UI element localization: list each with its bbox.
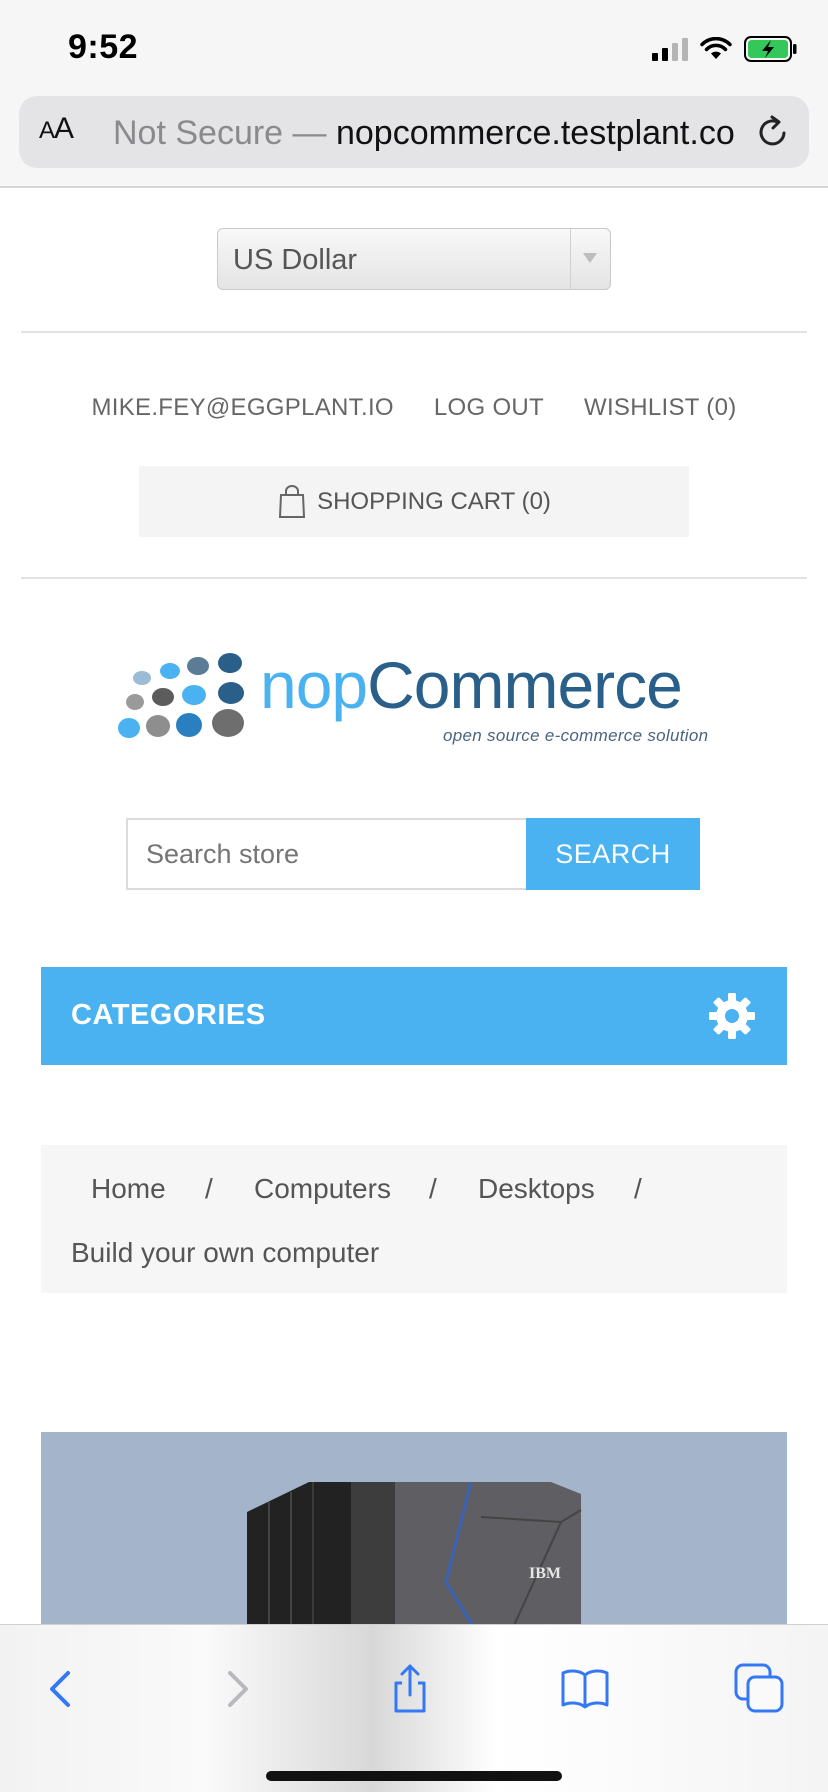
battery-charging-icon bbox=[744, 36, 797, 62]
currency-select[interactable]: US Dollar bbox=[217, 228, 611, 290]
logo-tagline: open source e-commerce solution bbox=[443, 726, 709, 745]
bookmarks-icon[interactable] bbox=[557, 1661, 613, 1717]
gear-icon[interactable] bbox=[707, 991, 757, 1041]
tabs-icon[interactable] bbox=[732, 1661, 788, 1717]
logo-dots-icon bbox=[118, 653, 244, 738]
breadcrumb: Home / Computers / Desktops / Build your… bbox=[41, 1145, 787, 1293]
web-page: US Dollar MIKE.FEY@EGGPLANT.IO LOG OUT W… bbox=[0, 188, 828, 1624]
logo-wordmark-part1: nop bbox=[260, 648, 368, 722]
url-field[interactable]: Not Secure — nopcommerce.testplant.co bbox=[113, 114, 755, 153]
computer-tower-image: IBM bbox=[247, 1481, 582, 1624]
share-icon[interactable] bbox=[382, 1661, 438, 1717]
breadcrumb-computers[interactable]: Computers bbox=[254, 1173, 391, 1205]
breadcrumb-separator: / bbox=[205, 1173, 213, 1204]
shopping-bag-icon bbox=[279, 484, 306, 518]
shopping-cart-label: SHOPPING CART (0) bbox=[317, 487, 551, 515]
url-host: nopcommerce.testplant.co bbox=[335, 114, 735, 152]
search-input[interactable] bbox=[126, 818, 526, 890]
logo-wordmark-part2: Commerce bbox=[367, 648, 683, 722]
status-bar: 9:52 bbox=[0, 0, 828, 92]
status-icons bbox=[652, 34, 798, 64]
header-links: MIKE.FEY@EGGPLANT.IO LOG OUT WISHLIST (0… bbox=[0, 394, 828, 422]
breadcrumb-current: Build your own computer bbox=[71, 1237, 380, 1268]
divider bbox=[21, 577, 807, 579]
breadcrumb-home[interactable]: Home bbox=[91, 1173, 166, 1205]
wifi-icon bbox=[700, 37, 732, 59]
browser-address-area: AA Not Secure — nopcommerce.testplant.co bbox=[0, 92, 828, 188]
breadcrumb-desktops[interactable]: Desktops bbox=[478, 1173, 595, 1205]
breadcrumb-separator: / bbox=[429, 1173, 437, 1204]
account-link[interactable]: MIKE.FEY@EGGPLANT.IO bbox=[91, 394, 393, 422]
wishlist-link[interactable]: WISHLIST (0) bbox=[584, 394, 737, 422]
signal-icon bbox=[652, 37, 688, 61]
logout-link[interactable]: LOG OUT bbox=[434, 394, 544, 422]
search-button[interactable]: SEARCH bbox=[526, 818, 700, 890]
breadcrumb-separator: / bbox=[634, 1173, 642, 1204]
nopcommerce-logo[interactable]: nopCommerce open source e-commerce solut… bbox=[113, 650, 713, 760]
brand-label: IBM bbox=[529, 1565, 561, 1582]
reload-icon[interactable] bbox=[753, 112, 793, 152]
browser-toolbar bbox=[0, 1624, 828, 1792]
product-image[interactable]: IBM bbox=[41, 1432, 787, 1624]
back-icon[interactable] bbox=[34, 1661, 90, 1717]
categories-menu-toggle[interactable]: CATEGORIES bbox=[41, 967, 787, 1065]
home-indicator bbox=[266, 1771, 562, 1781]
chevron-down-icon bbox=[570, 229, 610, 289]
text-size-button[interactable]: AA bbox=[39, 112, 74, 146]
currency-selected-value: US Dollar bbox=[233, 244, 358, 276]
security-warning: Not Secure — bbox=[113, 114, 336, 152]
divider bbox=[21, 331, 807, 333]
forward-icon[interactable] bbox=[208, 1661, 264, 1717]
shopping-cart-link[interactable]: SHOPPING CART (0) bbox=[139, 466, 689, 537]
categories-label: CATEGORIES bbox=[71, 999, 266, 1031]
address-bar[interactable]: AA Not Secure — nopcommerce.testplant.co bbox=[19, 96, 809, 168]
logo-wordmark: nopCommerce bbox=[260, 652, 683, 718]
status-time: 9:52 bbox=[68, 28, 139, 66]
